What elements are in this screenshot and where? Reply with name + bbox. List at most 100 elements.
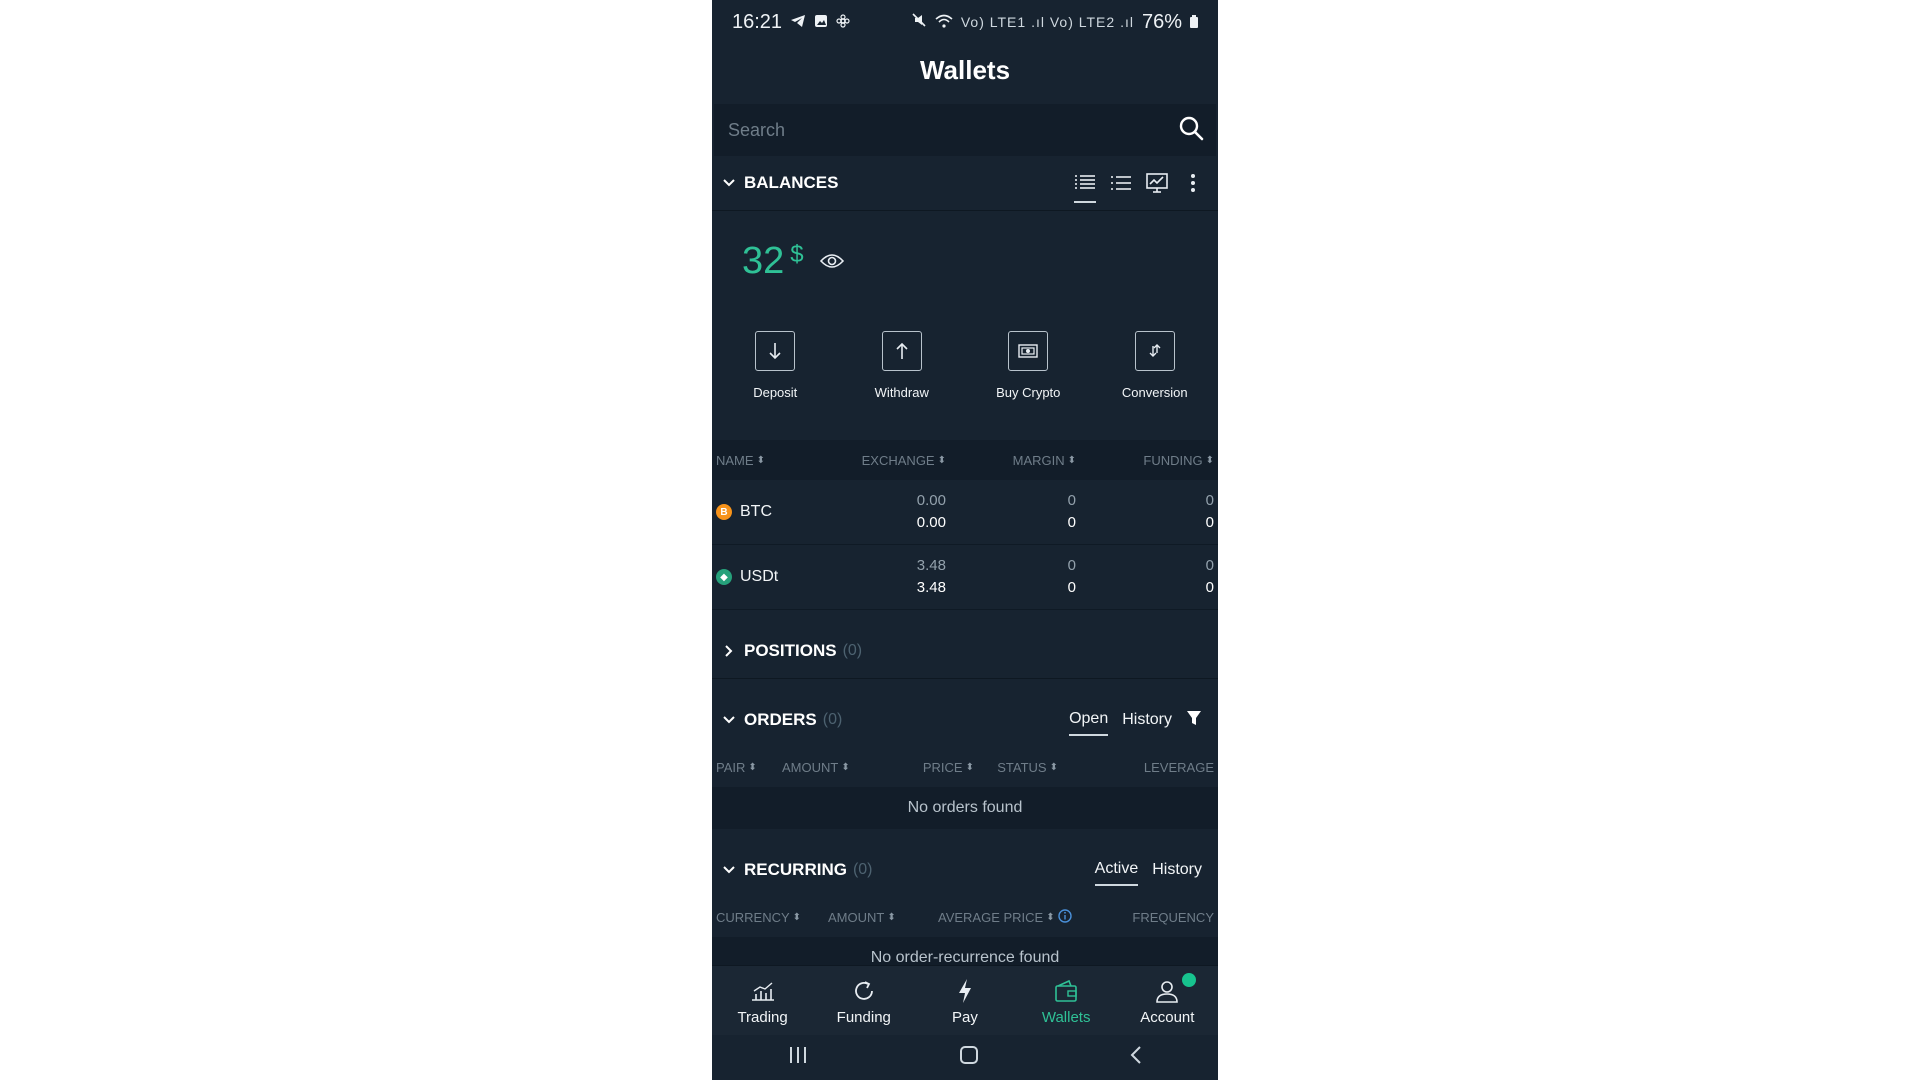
swap-icon[interactable]: [1134, 331, 1175, 371]
banknote-icon[interactable]: [1008, 331, 1049, 371]
compact-list-icon[interactable]: [1110, 163, 1132, 203]
fan-icon: [836, 11, 850, 34]
deposit-label: Deposit: [753, 385, 798, 400]
column-exchange[interactable]: EXCHANGE ⬍: [836, 453, 946, 468]
conversion-label: Conversion: [1121, 385, 1188, 400]
exchange-cell: 3.48 3.48: [836, 555, 946, 599]
sort-icon: ⬍: [756, 454, 765, 466]
chart-view-icon[interactable]: [1146, 163, 1168, 203]
recent-apps-icon[interactable]: [788, 1046, 808, 1069]
search-bar: [714, 104, 1216, 156]
telegram-icon: [790, 11, 806, 34]
home-icon[interactable]: [959, 1045, 979, 1070]
arrow-up-icon[interactable]: [881, 331, 922, 371]
funding-total: 0: [1205, 514, 1214, 531]
column-status[interactable]: STATUS ⬍: [974, 760, 1058, 775]
total-balance: 32 $: [712, 211, 1218, 311]
nav-account[interactable]: Account: [1122, 972, 1212, 1026]
column-amount-label: AMOUNT: [828, 909, 885, 925]
chevron-down-icon[interactable]: [718, 866, 740, 874]
nav-trading[interactable]: Trading: [718, 977, 808, 1026]
chevron-down-icon[interactable]: [718, 179, 740, 187]
bitcoin-icon: B: [716, 504, 732, 520]
positions-header[interactable]: POSITIONS (0): [712, 624, 1218, 679]
column-currency[interactable]: CURRENCY ⬍: [716, 910, 828, 925]
column-funding-label: FUNDING: [1143, 452, 1203, 468]
margin-available: 0: [1067, 492, 1076, 509]
search-icon[interactable]: [1178, 115, 1204, 146]
deposit-button[interactable]: Deposit: [715, 331, 835, 400]
margin-total: 0: [1067, 514, 1076, 531]
balance-currency: $: [790, 241, 804, 268]
signal-indicators: Vo) LTE1 .ıl Vo) LTE2 .ıl: [960, 14, 1134, 30]
balances-header[interactable]: BALANCES: [712, 156, 1218, 211]
positions-count: (0): [842, 642, 863, 659]
nav-funding[interactable]: Funding: [819, 977, 909, 1026]
gallery-icon: [814, 11, 828, 34]
chevron-down-icon[interactable]: [718, 716, 740, 724]
column-frequency[interactable]: FREQUENCY: [1088, 910, 1214, 925]
nav-pay[interactable]: Pay: [920, 977, 1010, 1026]
column-frequency-label: FREQUENCY: [1132, 909, 1214, 925]
balances-table-header: NAME ⬍ EXCHANGE ⬍ MARGIN ⬍ FUNDING ⬍: [712, 440, 1218, 480]
recurring-count: (0): [852, 861, 873, 878]
info-icon[interactable]: [1057, 908, 1072, 926]
orders-header[interactable]: ORDERS (0) Open History: [712, 693, 1218, 747]
buy-crypto-label: Buy Crypto: [996, 385, 1061, 400]
lightning-icon: [957, 977, 973, 1005]
positions-title: POSITIONS: [744, 641, 837, 660]
mute-icon: [911, 11, 927, 34]
tab-history[interactable]: History: [1122, 705, 1172, 735]
column-pair[interactable]: PAIR ⬍: [716, 760, 782, 775]
column-pair-label: PAIR: [716, 759, 746, 775]
eye-icon[interactable]: [819, 253, 844, 269]
system-navigation: [712, 1035, 1218, 1080]
exchange-cell: 0.00 0.00: [836, 490, 946, 534]
column-exchange-label: EXCHANGE: [861, 452, 935, 468]
orders-empty-state: No orders found: [712, 787, 1218, 829]
orders-title: ORDERS: [744, 710, 817, 729]
column-average-price-label: AVERAGE PRICE: [938, 909, 1044, 925]
detailed-list-icon[interactable]: [1074, 163, 1096, 203]
notification-badge: [1182, 972, 1197, 987]
chevron-right-icon[interactable]: [718, 645, 740, 657]
filter-icon[interactable]: [1186, 710, 1202, 731]
column-average-price[interactable]: AVERAGE PRICE ⬍: [938, 908, 1088, 926]
back-icon[interactable]: [1130, 1045, 1142, 1070]
column-funding[interactable]: FUNDING ⬍: [1076, 453, 1214, 468]
sort-icon: ⬍: [1067, 454, 1076, 466]
sort-icon: ⬍: [1049, 761, 1058, 773]
sort-icon: ⬍: [937, 454, 946, 466]
margin-cell: 0 0: [946, 555, 1076, 599]
tab-history[interactable]: History: [1152, 855, 1202, 885]
balances-title: BALANCES: [744, 173, 839, 192]
column-amount[interactable]: AMOUNT ⬍: [782, 760, 892, 775]
margin-total: 0: [1067, 579, 1076, 596]
status-bar: 16:21 Vo) LTE1 .ıl Vo) LTE2 .ıl 76%: [712, 0, 1218, 44]
nav-wallets[interactable]: Wallets: [1021, 977, 1111, 1026]
arrow-down-icon[interactable]: [755, 331, 796, 371]
balance-value: 32: [742, 239, 785, 282]
column-amount[interactable]: AMOUNT ⬍: [828, 910, 938, 925]
tab-active[interactable]: Active: [1094, 854, 1139, 886]
buy-crypto-button[interactable]: Buy Crypto: [968, 331, 1088, 400]
coin-cell: B BTC: [716, 503, 836, 521]
column-price[interactable]: PRICE ⬍: [892, 760, 974, 775]
table-row[interactable]: ◆ USDt 3.48 3.48 0 0 0 0: [712, 545, 1218, 610]
more-options-icon[interactable]: [1182, 163, 1204, 203]
recurring-header[interactable]: RECURRING (0) Active History: [712, 843, 1218, 897]
search-input[interactable]: [726, 118, 1178, 142]
conversion-button[interactable]: Conversion: [1095, 331, 1215, 400]
column-leverage[interactable]: LEVERAGE: [1058, 760, 1214, 775]
tab-open[interactable]: Open: [1069, 704, 1109, 736]
column-name[interactable]: NAME ⬍: [716, 453, 836, 468]
column-margin[interactable]: MARGIN ⬍: [946, 453, 1076, 468]
margin-cell: 0 0: [946, 490, 1076, 534]
table-row[interactable]: B BTC 0.00 0.00 0 0 0 0: [712, 480, 1218, 545]
withdraw-button[interactable]: Withdraw: [842, 331, 962, 400]
withdraw-label: Withdraw: [874, 385, 929, 400]
column-margin-label: MARGIN: [1012, 452, 1065, 468]
funding-available: 0: [1205, 492, 1214, 509]
refresh-icon: [852, 977, 876, 1005]
